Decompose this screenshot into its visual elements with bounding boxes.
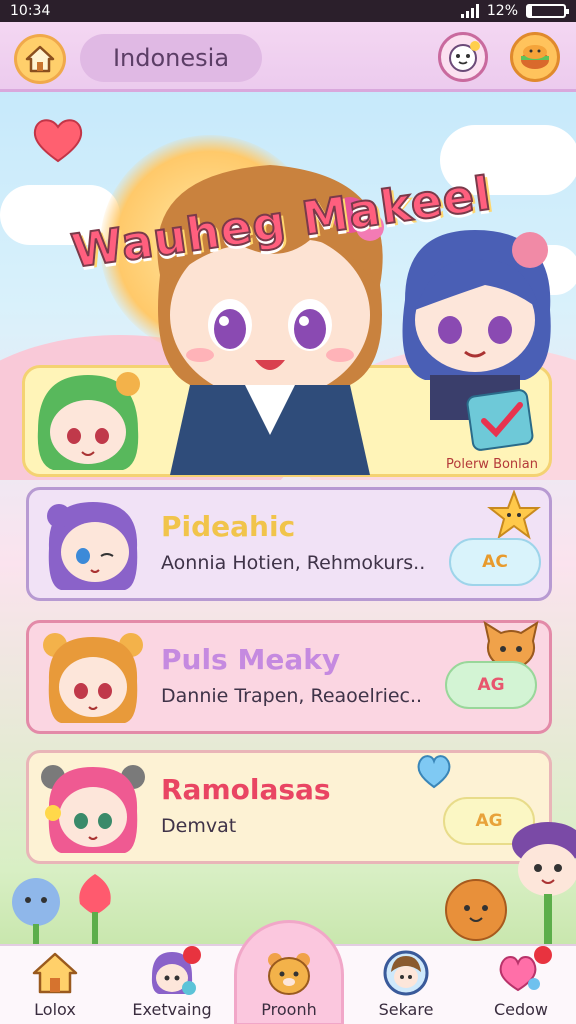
- nav-label: Sekare: [378, 1000, 434, 1019]
- avatar-icon: [383, 950, 429, 996]
- balloon-heart-icon: [417, 755, 451, 789]
- notification-dot: [183, 946, 201, 964]
- nav-label: Cedow: [493, 1000, 549, 1019]
- card-badge: AG: [445, 661, 537, 709]
- character-card[interactable]: Puls Meaky Dannie Trapen, Reaoelriec.. A…: [26, 620, 552, 734]
- checkmark-card-icon: [466, 389, 534, 451]
- card-avatar: [39, 761, 147, 857]
- purple-hair-avatar-icon: [47, 502, 138, 590]
- region-label: Indonesia: [112, 44, 230, 72]
- status-bar: 10:34 12%: [0, 0, 576, 22]
- home-icon: [25, 45, 55, 73]
- battery-icon: [526, 4, 569, 18]
- nav-item-sekare[interactable]: Sekare: [351, 946, 461, 1024]
- nav-item-exetvaing[interactable]: Exetvaing: [117, 946, 227, 1024]
- region-selector[interactable]: Indonesia: [80, 34, 262, 82]
- home-button[interactable]: [14, 34, 66, 84]
- pet-icon: [449, 41, 480, 72]
- character-card[interactable]: Ramolasas Demvat AG: [26, 750, 552, 864]
- nav-item-cedow[interactable]: Cedow: [466, 946, 576, 1024]
- nav-label: Proonh: [261, 1000, 317, 1019]
- featured-banner[interactable]: Wauheg Makeel Polerw Bonlan: [0, 95, 576, 480]
- nav-item-home[interactable]: Lolox: [0, 946, 110, 1024]
- card-title: Puls Meaky: [161, 643, 341, 676]
- card-title: Pideahic: [161, 510, 296, 543]
- bear-icon: [268, 953, 310, 995]
- character-card[interactable]: Pideahic Aonnia Hotien, Rehmokurs.. AC: [26, 487, 552, 601]
- food-button[interactable]: [510, 32, 560, 82]
- pink-hair-avatar-icon: [41, 765, 145, 853]
- mushroom-character-icon: [512, 822, 576, 944]
- battery-percent: 12%: [486, 3, 518, 19]
- orange-hair-avatar-icon: [43, 633, 143, 723]
- card-avatar: [39, 498, 147, 594]
- food-icon: [521, 45, 549, 69]
- top-header: Indonesia: [0, 22, 576, 92]
- green-hair-character-illustration: [37, 372, 140, 470]
- nav-label: Lolox: [34, 1000, 76, 1019]
- nav-label: Exetvaing: [132, 1000, 212, 1019]
- promo-label[interactable]: Polerw Bonlan: [446, 457, 538, 472]
- flower-bud-icon: [79, 874, 111, 944]
- house-icon: [32, 952, 78, 994]
- nav-item-proonh[interactable]: Proonh: [234, 920, 344, 1024]
- status-time: 10:34: [10, 3, 51, 19]
- heart-decoration-icon: [33, 119, 83, 163]
- cookie-character-icon: [445, 879, 507, 941]
- signal-icon: [460, 4, 479, 18]
- card-subtitle: Dannie Trapen, Reaoelriec..: [161, 685, 423, 707]
- blue-slime-icon: [12, 878, 60, 944]
- card-subtitle: Demvat: [161, 815, 237, 837]
- card-badge: AC: [449, 538, 541, 586]
- pet-button[interactable]: [438, 32, 488, 82]
- card-title: Ramolasas: [161, 773, 331, 806]
- card-avatar: [39, 631, 147, 727]
- bottom-navigation: Lolox Exetvaing Proonh Sekare Cedow: [0, 920, 576, 1024]
- card-subtitle: Aonnia Hotien, Rehmokurs..: [161, 552, 426, 574]
- star-icon: [487, 490, 541, 540]
- notification-dot: [534, 946, 552, 964]
